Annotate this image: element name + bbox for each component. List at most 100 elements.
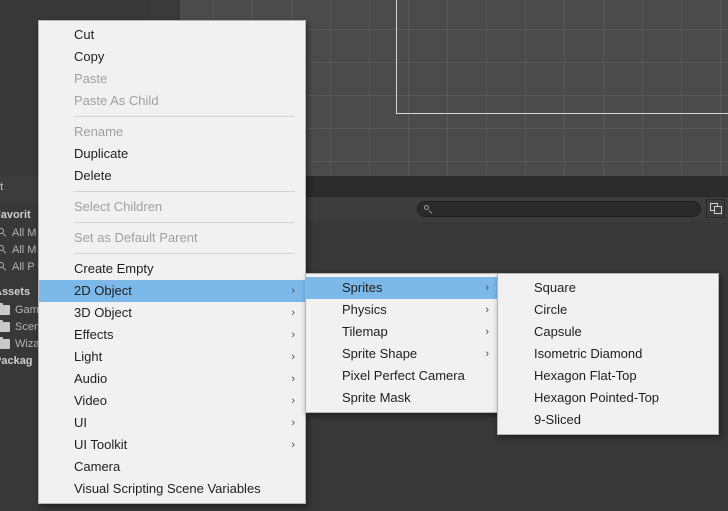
menu-item-physics[interactable]: Physics › — [306, 299, 499, 321]
folder-icon — [0, 302, 10, 315]
search-icon — [0, 245, 7, 254]
list-item-label: Scen — [15, 320, 41, 333]
menu-item-label: Sprite Shape — [342, 346, 418, 361]
menu-item-label: Rename — [74, 124, 124, 139]
menu-item-square[interactable]: Square — [498, 277, 718, 299]
chevron-right-icon: › — [291, 307, 295, 319]
menu-item-sprites[interactable]: Sprites › — [306, 277, 499, 299]
menu-item-label: Select Children — [74, 199, 163, 214]
menu-item-label: 2D Object — [74, 283, 132, 298]
menu-item-camera[interactable]: Camera — [39, 456, 305, 478]
chevron-right-icon: › — [291, 395, 295, 407]
list-item-label: All M — [12, 226, 37, 239]
chevron-right-icon: › — [291, 439, 295, 451]
menu-item-create-empty[interactable]: Create Empty — [39, 258, 305, 280]
folder-icon — [0, 319, 10, 332]
menu-item-label: Copy — [74, 49, 105, 64]
2d-object-submenu[interactable]: Sprites › Physics › Tilemap › Sprite Shape › Pix… — [305, 273, 500, 413]
menu-item-3d-object[interactable]: 3D Object › — [39, 302, 305, 324]
menu-item-audio[interactable]: Audio › — [39, 368, 305, 390]
menu-item-label: Light — [74, 349, 103, 364]
search-icon — [0, 228, 7, 237]
menu-item-label: Video — [74, 393, 108, 408]
menu-item-duplicate[interactable]: Duplicate — [39, 143, 305, 165]
menu-separator — [74, 191, 295, 192]
chevron-right-icon: › — [291, 373, 295, 385]
search-icon — [424, 204, 433, 214]
chevron-right-icon: › — [485, 326, 489, 338]
menu-item-ui[interactable]: UI › — [39, 412, 305, 434]
menu-separator — [74, 222, 295, 223]
menu-item-visual-scripting-scene-variables[interactable]: Visual Scripting Scene Variables — [39, 478, 305, 500]
menu-item-capsule[interactable]: Capsule — [498, 321, 718, 343]
menu-item-label: Square — [534, 280, 576, 295]
menu-item-effects[interactable]: Effects › — [39, 324, 305, 346]
menu-item-paste-as-child: Paste As Child — [39, 90, 305, 112]
search-icon — [0, 262, 7, 271]
layout-icon-square-front — [714, 206, 722, 214]
menu-item-label: Circle — [534, 302, 568, 317]
chevron-right-icon: › — [291, 285, 295, 297]
chevron-right-icon: › — [291, 417, 295, 429]
menu-item-circle[interactable]: Circle — [498, 299, 718, 321]
menu-separator — [74, 253, 295, 254]
menu-item-tilemap[interactable]: Tilemap › — [306, 321, 499, 343]
two-column-layout-icon[interactable] — [706, 199, 725, 218]
menu-item-select-children: Select Children — [39, 196, 305, 218]
menu-item-video[interactable]: Video › — [39, 390, 305, 412]
list-item-label: All P — [12, 260, 35, 273]
menu-item-label: Duplicate — [74, 146, 129, 161]
menu-item-copy[interactable]: Copy — [39, 46, 305, 68]
list-item-label: All M — [12, 243, 37, 256]
chevron-right-icon: › — [485, 348, 489, 360]
chevron-right-icon: › — [485, 304, 489, 316]
menu-item-ui-toolkit[interactable]: UI Toolkit › — [39, 434, 305, 456]
menu-item-label: UI — [74, 415, 87, 430]
menu-item-label: Physics — [342, 302, 387, 317]
menu-item-label: Cut — [74, 27, 95, 42]
menu-item-label: Visual Scripting Scene Variables — [74, 481, 261, 496]
chevron-right-icon: › — [291, 329, 295, 341]
menu-item-label: UI Toolkit — [74, 437, 128, 452]
search-input[interactable] — [417, 201, 701, 217]
menu-item-label: Hexagon Flat-Top — [534, 368, 637, 383]
menu-item-label: Sprite Mask — [342, 390, 411, 405]
menu-item-rename: Rename — [39, 121, 305, 143]
menu-item-sprite-shape[interactable]: Sprite Shape › — [306, 343, 499, 365]
menu-item-label: Set as Default Parent — [74, 230, 198, 245]
menu-item-label: Hexagon Pointed-Top — [534, 390, 660, 405]
hierarchy-context-menu[interactable]: Cut Copy Paste Paste As Child Rename Duplicat… — [38, 20, 306, 504]
menu-item-label: Create Empty — [74, 261, 154, 276]
menu-item-pixel-perfect-camera[interactable]: Pixel Perfect Camera — [306, 365, 499, 387]
menu-item-label: Effects — [74, 327, 114, 342]
tab-project-label: oject — [0, 181, 4, 193]
menu-separator — [74, 116, 295, 117]
chevron-right-icon: › — [485, 282, 489, 294]
menu-item-label: Paste As Child — [74, 93, 159, 108]
camera-bounds-rect — [396, 0, 728, 114]
menu-item-label: Sprites — [342, 280, 383, 295]
menu-item-delete[interactable]: Delete — [39, 165, 305, 187]
menu-item-label: Pixel Perfect Camera — [342, 368, 465, 383]
menu-item-paste: Paste — [39, 68, 305, 90]
list-item-label: Gam — [15, 303, 39, 316]
menu-item-label: Isometric Diamond — [534, 346, 643, 361]
menu-item-isometric-diamond[interactable]: Isometric Diamond — [498, 343, 718, 365]
menu-item-label: Capsule — [534, 324, 582, 339]
menu-item-label: Paste — [74, 71, 108, 86]
menu-item-2d-object[interactable]: 2D Object › — [39, 280, 305, 302]
menu-item-9-sliced[interactable]: 9-Sliced — [498, 409, 718, 431]
menu-item-label: 9-Sliced — [534, 412, 581, 427]
menu-item-light[interactable]: Light › — [39, 346, 305, 368]
menu-item-label: 3D Object — [74, 305, 132, 320]
list-item-label: Wiza — [15, 337, 40, 350]
folder-icon — [0, 336, 10, 349]
chevron-right-icon: › — [291, 351, 295, 363]
menu-item-hexagon-flat-top[interactable]: Hexagon Flat-Top — [498, 365, 718, 387]
menu-item-sprite-mask[interactable]: Sprite Mask — [306, 387, 499, 409]
menu-item-hexagon-pointed-top[interactable]: Hexagon Pointed-Top — [498, 387, 718, 409]
menu-item-label: Delete — [74, 168, 112, 183]
menu-item-cut[interactable]: Cut — [39, 24, 305, 46]
sprites-submenu[interactable]: Square Circle Capsule Isometric Diamond Hexa… — [497, 273, 719, 435]
menu-item-label: Tilemap — [342, 324, 388, 339]
